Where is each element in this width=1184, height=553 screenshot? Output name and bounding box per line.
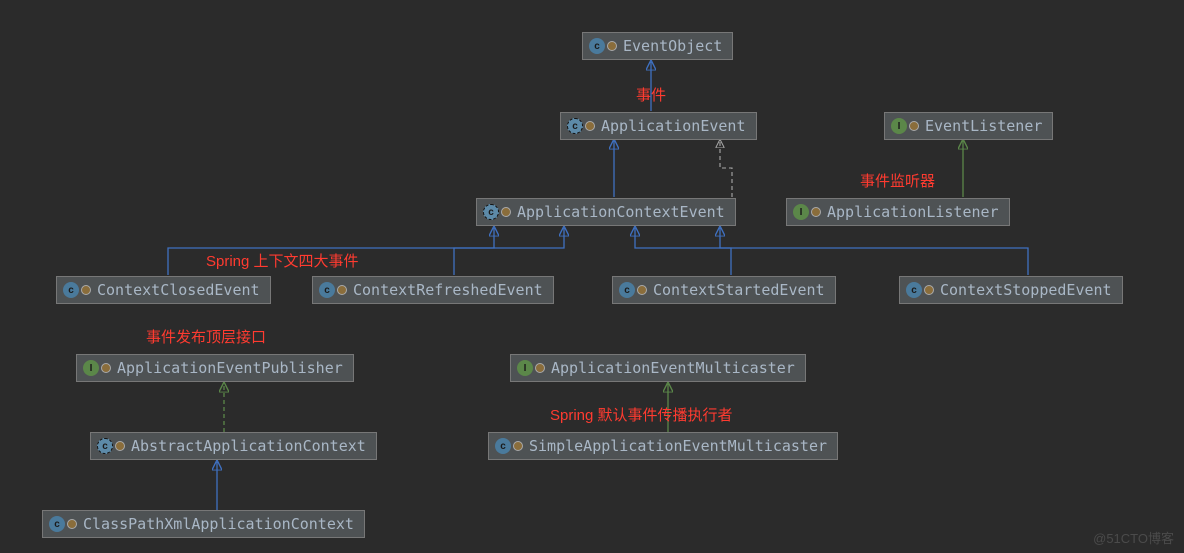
node-simple-application-event-multicaster: c SimpleApplicationEventMulticaster [488,432,838,460]
annotation-event-listener: 事件监听器 [860,170,935,191]
node-context-refreshed-event: c ContextRefreshedEvent [312,276,554,304]
badge-icon [535,363,545,373]
node-label: ApplicationListener [827,203,999,221]
abstract-class-icon: c [97,438,113,454]
class-icon: c [906,282,922,298]
annotation-publisher-top-ifc: 事件发布顶层接口 [146,326,266,347]
node-label: ApplicationEvent [601,117,746,135]
edge-appListener-to-appEvent-dep [720,141,732,197]
class-icon: c [619,282,635,298]
badge-icon [637,285,647,295]
node-label: ContextStoppedEvent [940,281,1112,299]
node-label: AbstractApplicationContext [131,437,366,455]
badge-icon [81,285,91,295]
node-label: EventObject [623,37,722,55]
edge-started-to-appCtxEvent [635,228,731,275]
node-context-started-event: c ContextStartedEvent [612,276,836,304]
badge-icon [501,207,511,217]
badge-icon [101,363,111,373]
node-label: ContextRefreshedEvent [353,281,543,299]
node-context-closed-event: c ContextClosedEvent [56,276,271,304]
annotation-four-context-events: Spring 上下文四大事件 [206,250,359,271]
edge-refreshed-to-appCtxEvent [454,228,564,275]
badge-icon [67,519,77,529]
node-event-object: c EventObject [582,32,733,60]
node-application-event-publisher: I ApplicationEventPublisher [76,354,354,382]
annotation-default-multicaster: Spring 默认事件传播执行者 [550,404,733,425]
badge-icon [607,41,617,51]
node-label: ApplicationContextEvent [517,203,725,221]
badge-icon [924,285,934,295]
badge-icon [909,121,919,131]
node-classpath-xml-application-context: c ClassPathXmlApplicationContext [42,510,365,538]
interface-icon: I [793,204,809,220]
node-label: SimpleApplicationEventMulticaster [529,437,827,455]
node-application-listener: I ApplicationListener [786,198,1010,226]
badge-icon [337,285,347,295]
node-label: ContextClosedEvent [97,281,260,299]
node-event-listener: I EventListener [884,112,1053,140]
node-label: EventListener [925,117,1042,135]
interface-icon: I [891,118,907,134]
class-icon: c [319,282,335,298]
badge-icon [115,441,125,451]
interface-icon: I [517,360,533,376]
node-application-context-event: c ApplicationContextEvent [476,198,736,226]
node-label: ContextStartedEvent [653,281,825,299]
node-label: ApplicationEventMulticaster [551,359,795,377]
node-abstract-application-context: c AbstractApplicationContext [90,432,377,460]
abstract-class-icon: c [567,118,583,134]
class-icon: c [589,38,605,54]
class-icon: c [495,438,511,454]
badge-icon [513,441,523,451]
watermark: @51CTO博客 [1093,528,1174,547]
abstract-class-icon: c [483,204,499,220]
node-label: ClassPathXmlApplicationContext [83,515,354,533]
node-application-event-multicaster: I ApplicationEventMulticaster [510,354,806,382]
class-icon: c [63,282,79,298]
annotation-event: 事件 [636,84,666,105]
class-icon: c [49,516,65,532]
node-application-event: c ApplicationEvent [560,112,757,140]
node-label: ApplicationEventPublisher [117,359,343,377]
edge-stopped-to-appCtxEvent [720,228,1028,275]
badge-icon [585,121,595,131]
interface-icon: I [83,360,99,376]
uml-class-diagram: c EventObject c ApplicationEvent I Event… [0,0,1184,553]
node-context-stopped-event: c ContextStoppedEvent [899,276,1123,304]
badge-icon [811,207,821,217]
